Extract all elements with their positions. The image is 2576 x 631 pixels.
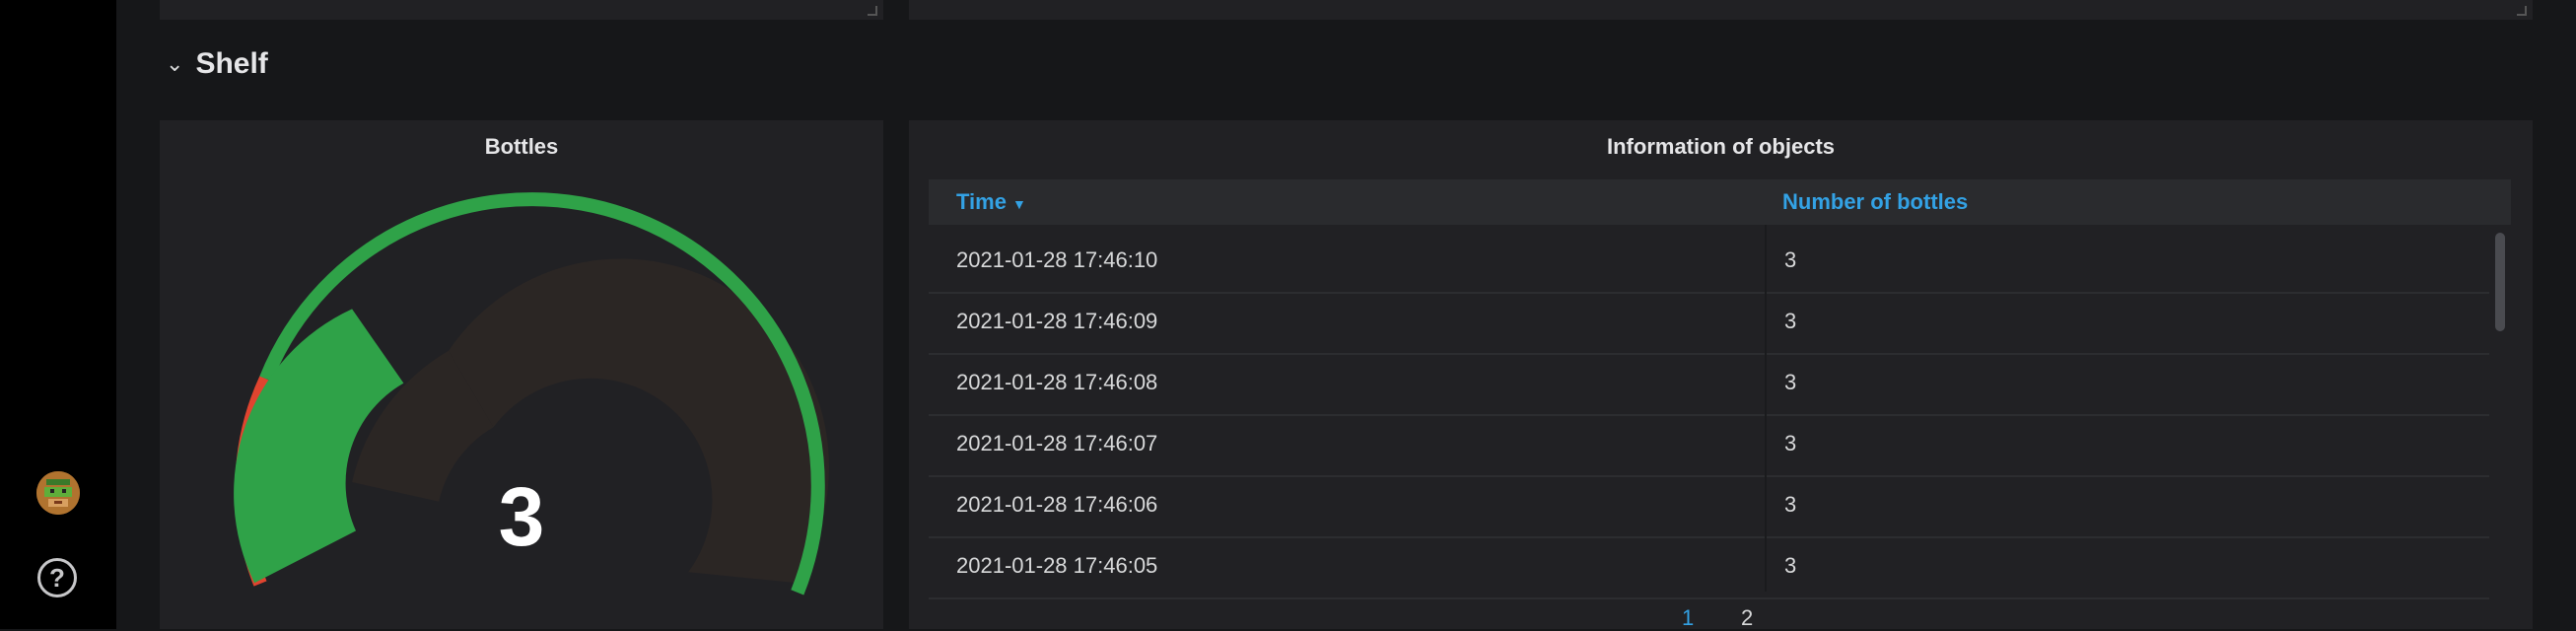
previous-panel-bottom [160,0,883,20]
cell-time: 2021-01-28 17:46:09 [956,309,1158,333]
cell-number-of-bottles: 3 [1784,309,1797,333]
cell-time: 2021-01-28 17:46:05 [956,553,1158,578]
cell-number-of-bottles: 3 [1784,247,1797,272]
pagination-page-2[interactable]: 2 [1741,605,1753,631]
table-row: 2021-01-28 17:46:10 3 [929,231,2489,294]
cell-number-of-bottles: 3 [1784,370,1797,394]
cell-number-of-bottles: 3 [1784,492,1797,517]
gauge-value: 3 [498,470,545,563]
user-avatar-icon[interactable] [36,471,80,515]
table-row: 2021-01-28 17:46:09 3 [929,292,2489,355]
table-row: 2021-01-28 17:46:08 3 [929,353,2489,416]
column-divider [1765,225,1767,592]
sort-desc-icon: ▼ [1011,196,1026,212]
table-row: 2021-01-28 17:46:06 3 [929,475,2489,538]
cell-time: 2021-01-28 17:46:06 [956,492,1158,517]
chevron-down-icon: ⌄ [166,51,184,76]
pagination-page-1[interactable]: 1 [1682,605,1694,631]
table-row: 2021-01-28 17:46:07 3 [929,414,2489,477]
question-circle-icon[interactable]: ? [37,558,77,597]
gauge-panel: Bottles 3 [160,120,883,629]
panel-title[interactable]: Information of objects [909,134,2533,160]
column-header-number-of-bottles[interactable]: Number of bottles [1782,179,1968,225]
row-header-shelf[interactable]: ⌄ Shelf [166,47,268,81]
table-scrollbar[interactable] [2495,233,2505,331]
resize-handle-icon[interactable] [2517,6,2527,16]
table-header: Time ▼ Number of bottles [929,179,2511,225]
column-header-time[interactable]: Time ▼ [956,179,1026,227]
side-menu: ? [0,0,116,629]
cell-time: 2021-01-28 17:46:10 [956,247,1158,272]
cell-time: 2021-01-28 17:46:08 [956,370,1158,394]
table-row: 2021-01-28 17:46:05 3 [929,536,2489,599]
cell-number-of-bottles: 3 [1784,431,1797,456]
row-title: Shelf [195,47,268,80]
previous-panel-bottom [909,0,2533,20]
resize-handle-icon[interactable] [868,6,877,16]
cell-time: 2021-01-28 17:46:07 [956,431,1158,456]
cell-number-of-bottles: 3 [1784,553,1797,578]
